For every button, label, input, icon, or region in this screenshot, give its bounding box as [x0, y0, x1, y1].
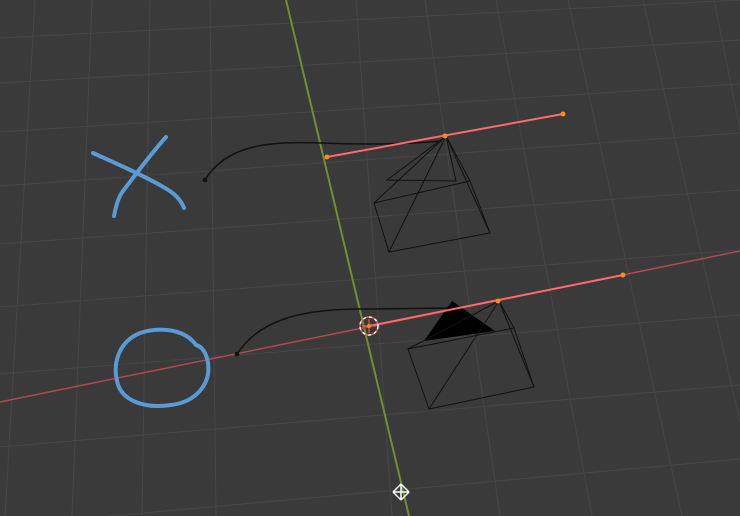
top-line-start-point[interactable]	[324, 154, 330, 160]
3d-cursor-icon[interactable]	[359, 316, 379, 336]
top-line-end-point[interactable]	[560, 111, 566, 117]
viewport-background	[0, 0, 740, 516]
bottom-curve-endpoint[interactable]	[234, 351, 240, 357]
viewport-canvas[interactable]	[0, 0, 740, 516]
bottom-line-mid-point[interactable]	[495, 298, 501, 304]
top-curve-endpoint[interactable]	[202, 177, 208, 183]
bottom-line-end-point[interactable]	[620, 272, 626, 278]
top-line-mid-point[interactable]	[442, 133, 448, 139]
3d-viewport[interactable]	[0, 0, 740, 516]
